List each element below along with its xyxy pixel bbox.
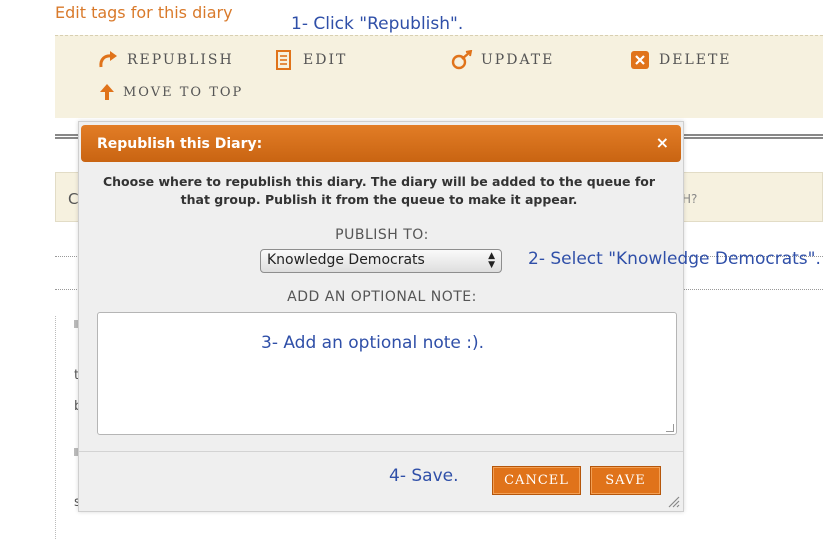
select-arrows-icon: ▲ ▼	[488, 251, 495, 270]
delete-button[interactable]: DELETE	[629, 49, 732, 71]
update-icon	[451, 49, 473, 71]
move-to-top-button[interactable]: MOVE TO TOP	[99, 81, 243, 103]
edit-button[interactable]: EDIT	[273, 49, 347, 71]
arrow-up-icon	[99, 81, 115, 103]
dialog-header: Republish this Diary: ×	[81, 125, 681, 162]
save-button[interactable]: SAVE	[590, 466, 661, 495]
annotation-step-2: 2- Select "Knowledge Democrats".	[528, 249, 821, 269]
publish-to-label: PUBLISH TO:	[335, 227, 429, 243]
diary-action-toolbar: REPUBLISH EDIT UPDATE DELETE MOVE TO TOP	[55, 35, 823, 118]
update-label: UPDATE	[481, 52, 555, 68]
delete-icon	[629, 49, 651, 71]
resize-handle-icon[interactable]	[666, 424, 674, 432]
republish-dialog: Republish this Diary: × Choose where to …	[78, 121, 684, 512]
note-label: ADD AN OPTIONAL NOTE:	[287, 289, 477, 305]
edit-label: EDIT	[303, 52, 348, 68]
move-to-top-label: MOVE TO TOP	[123, 84, 244, 100]
close-icon[interactable]: ×	[656, 134, 669, 152]
dialog-footer-divider	[79, 451, 683, 452]
background-text: C	[68, 190, 79, 208]
dialog-description: Choose where to republish this diary. Th…	[102, 174, 656, 207]
publish-to-selected-value: Knowledge Democrats	[267, 252, 425, 268]
publish-to-select[interactable]: Knowledge Democrats ▲ ▼	[260, 249, 502, 273]
annotation-step-1: 1- Click "Republish".	[291, 14, 464, 34]
divider	[55, 316, 56, 539]
background-text: H?	[682, 192, 698, 206]
annotation-step-3: 3- Add an optional note :).	[261, 333, 485, 353]
edit-tags-link[interactable]: Edit tags for this diary	[55, 3, 233, 22]
cancel-button[interactable]: CANCEL	[492, 466, 581, 495]
dialog-title: Republish this Diary:	[97, 136, 263, 152]
delete-label: DELETE	[659, 52, 732, 68]
edit-document-icon	[273, 49, 295, 71]
annotation-step-4: 4- Save.	[389, 466, 459, 486]
dialog-resize-grip-icon[interactable]	[666, 494, 680, 508]
republish-button[interactable]: REPUBLISH	[97, 49, 234, 71]
republish-label: REPUBLISH	[127, 52, 234, 68]
update-button[interactable]: UPDATE	[451, 49, 554, 71]
republish-arrow-icon	[97, 49, 119, 71]
note-textarea[interactable]	[97, 312, 677, 435]
